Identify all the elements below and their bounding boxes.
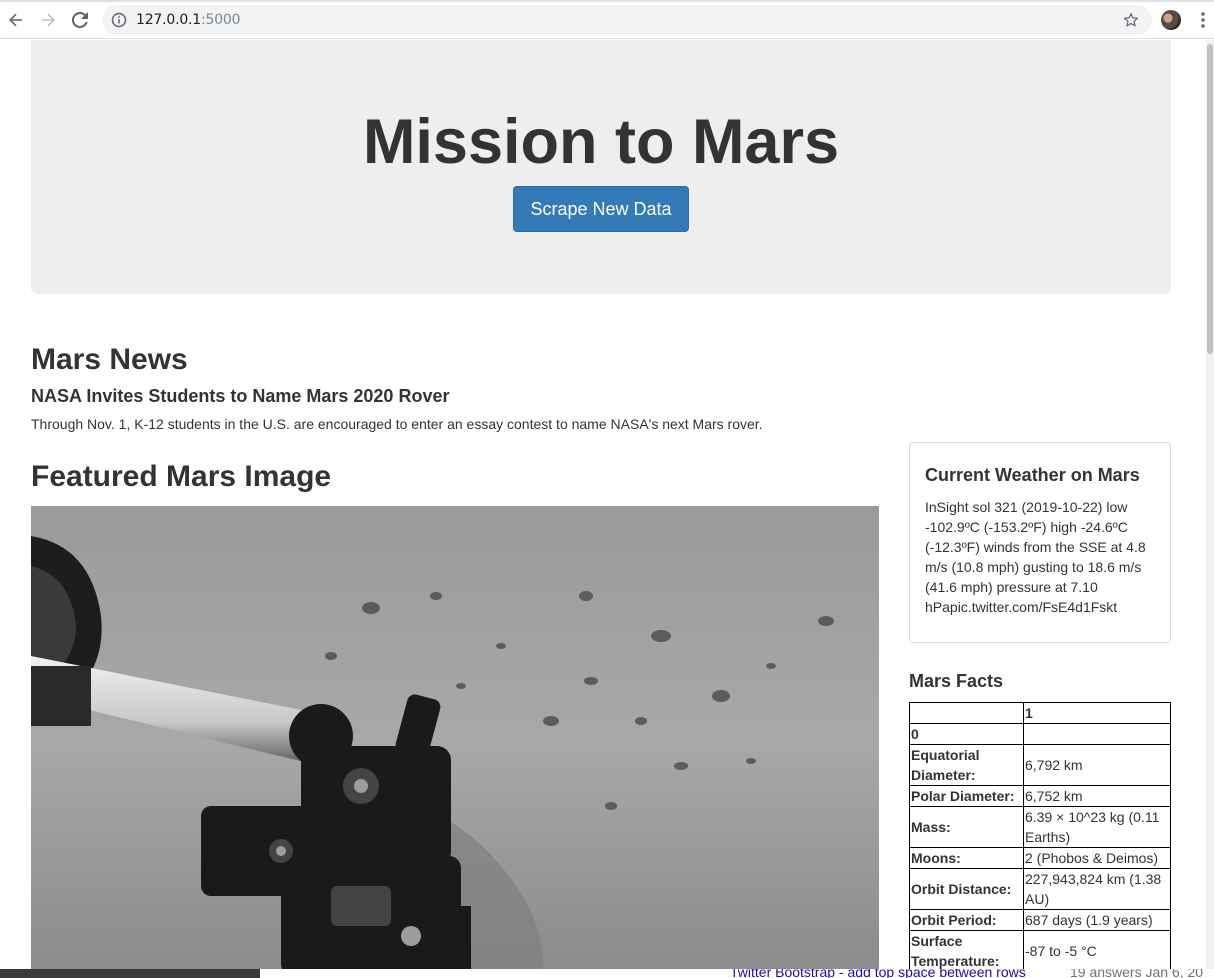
table-row: Mass: 6.39 × 10^23 kg (0.11 Earths) (909, 806, 1171, 848)
back-button[interactable] (5, 9, 27, 31)
menu-dots-icon[interactable] (1196, 10, 1210, 30)
taskbar-fragment (0, 969, 260, 978)
reload-button[interactable] (69, 9, 91, 31)
weather-heading: Current Weather on Mars (925, 465, 1140, 485)
table-header-cell (909, 702, 1024, 724)
table-cell: 6,752 km (1023, 785, 1171, 807)
table-row-label: Mass: (909, 806, 1024, 848)
forward-button[interactable] (37, 9, 59, 31)
table-index-row: 0 (909, 723, 1171, 745)
background-link[interactable]: Twitter Bootstrap - add top space betwee… (730, 969, 1026, 978)
table-row: Equatorial Diameter: 6,792 km (909, 744, 1171, 786)
table-row: Orbit Period: 687 days (1.9 years) (909, 909, 1171, 931)
bookmark-star-icon[interactable] (1122, 11, 1140, 29)
jumbotron: Mission to Mars Scrape New Data (31, 40, 1171, 294)
table-row: Moons: 2 (Phobos & Deimos) (909, 847, 1171, 869)
featured-image-heading: Featured Mars Image (31, 460, 332, 493)
table-cell: 227,943,824 km (1.38 AU) (1023, 868, 1171, 910)
table-header-cell: 1 (1023, 702, 1171, 724)
table-row: Orbit Distance: 227,943,824 km (1.38 AU) (909, 868, 1171, 910)
table-index-cell: 0 (909, 723, 1024, 745)
news-teaser: Through Nov. 1, K-12 students in the U.S… (31, 416, 763, 432)
table-row-label: Surface Temperature: (909, 930, 1024, 972)
reload-icon (72, 12, 88, 28)
table-row: Surface Temperature: -87 to -5 °C (909, 930, 1171, 972)
mars-news-heading: Mars News (31, 343, 188, 376)
table-cell (1023, 723, 1171, 745)
table-cell: 6.39 × 10^23 kg (0.11 Earths) (1023, 806, 1171, 848)
url-port: :5000 (201, 12, 241, 28)
table-header-row: 1 (909, 702, 1171, 724)
news-headline: NASA Invites Students to Name Mars 2020 … (31, 386, 450, 406)
background-meta: 19 answers Jan 6, 20 (1070, 969, 1204, 978)
page-scrollbar[interactable] (1206, 40, 1214, 978)
weather-panel: Current Weather on Mars InSight sol 321 … (909, 442, 1171, 643)
back-arrow-icon (9, 13, 22, 27)
url-host: 127.0.0.1 (136, 12, 201, 28)
table-row-label: Equatorial Diameter: (909, 744, 1024, 786)
mars-facts-table: 1 0 Equatorial Diameter: 6,792 km Polar D… (909, 702, 1171, 972)
scrollbar-thumb[interactable] (1207, 44, 1213, 354)
page-content: Mission to Mars Scrape New Data Mars New… (0, 40, 1214, 978)
table-row-label: Orbit Distance: (909, 868, 1024, 910)
table-row-label: Polar Diameter: (909, 785, 1024, 807)
table-cell: -87 to -5 °C (1023, 930, 1171, 972)
scrape-new-data-button[interactable]: Scrape New Data (513, 186, 689, 232)
weather-text: InSight sol 321 (2019-10-22) low -102.9º… (925, 499, 1146, 615)
background-window-strip: Twitter Bootstrap - add top space betwee… (0, 969, 1214, 978)
page-title: Mission to Mars (362, 107, 840, 177)
info-icon[interactable] (111, 12, 127, 28)
browser-toolbar: 127.0.0.1:5000 (0, 0, 1214, 39)
address-bar[interactable]: 127.0.0.1:5000 (102, 5, 1152, 35)
forward-arrow-icon (42, 13, 55, 27)
table-row-label: Moons: (909, 847, 1024, 869)
table-row: Polar Diameter: 6,752 km (909, 785, 1171, 807)
mars-facts-heading: Mars Facts (909, 671, 1004, 691)
profile-avatar[interactable] (1161, 10, 1181, 30)
table-row-label: Orbit Period: (909, 909, 1024, 931)
tab-strip-edge (0, 0, 1214, 2)
featured-mars-image (31, 506, 879, 978)
table-cell: 6,792 km (1023, 744, 1171, 786)
table-cell: 2 (Phobos & Deimos) (1023, 847, 1171, 869)
table-cell: 687 days (1.9 years) (1023, 909, 1171, 931)
url-text[interactable]: 127.0.0.1:5000 (136, 12, 241, 28)
